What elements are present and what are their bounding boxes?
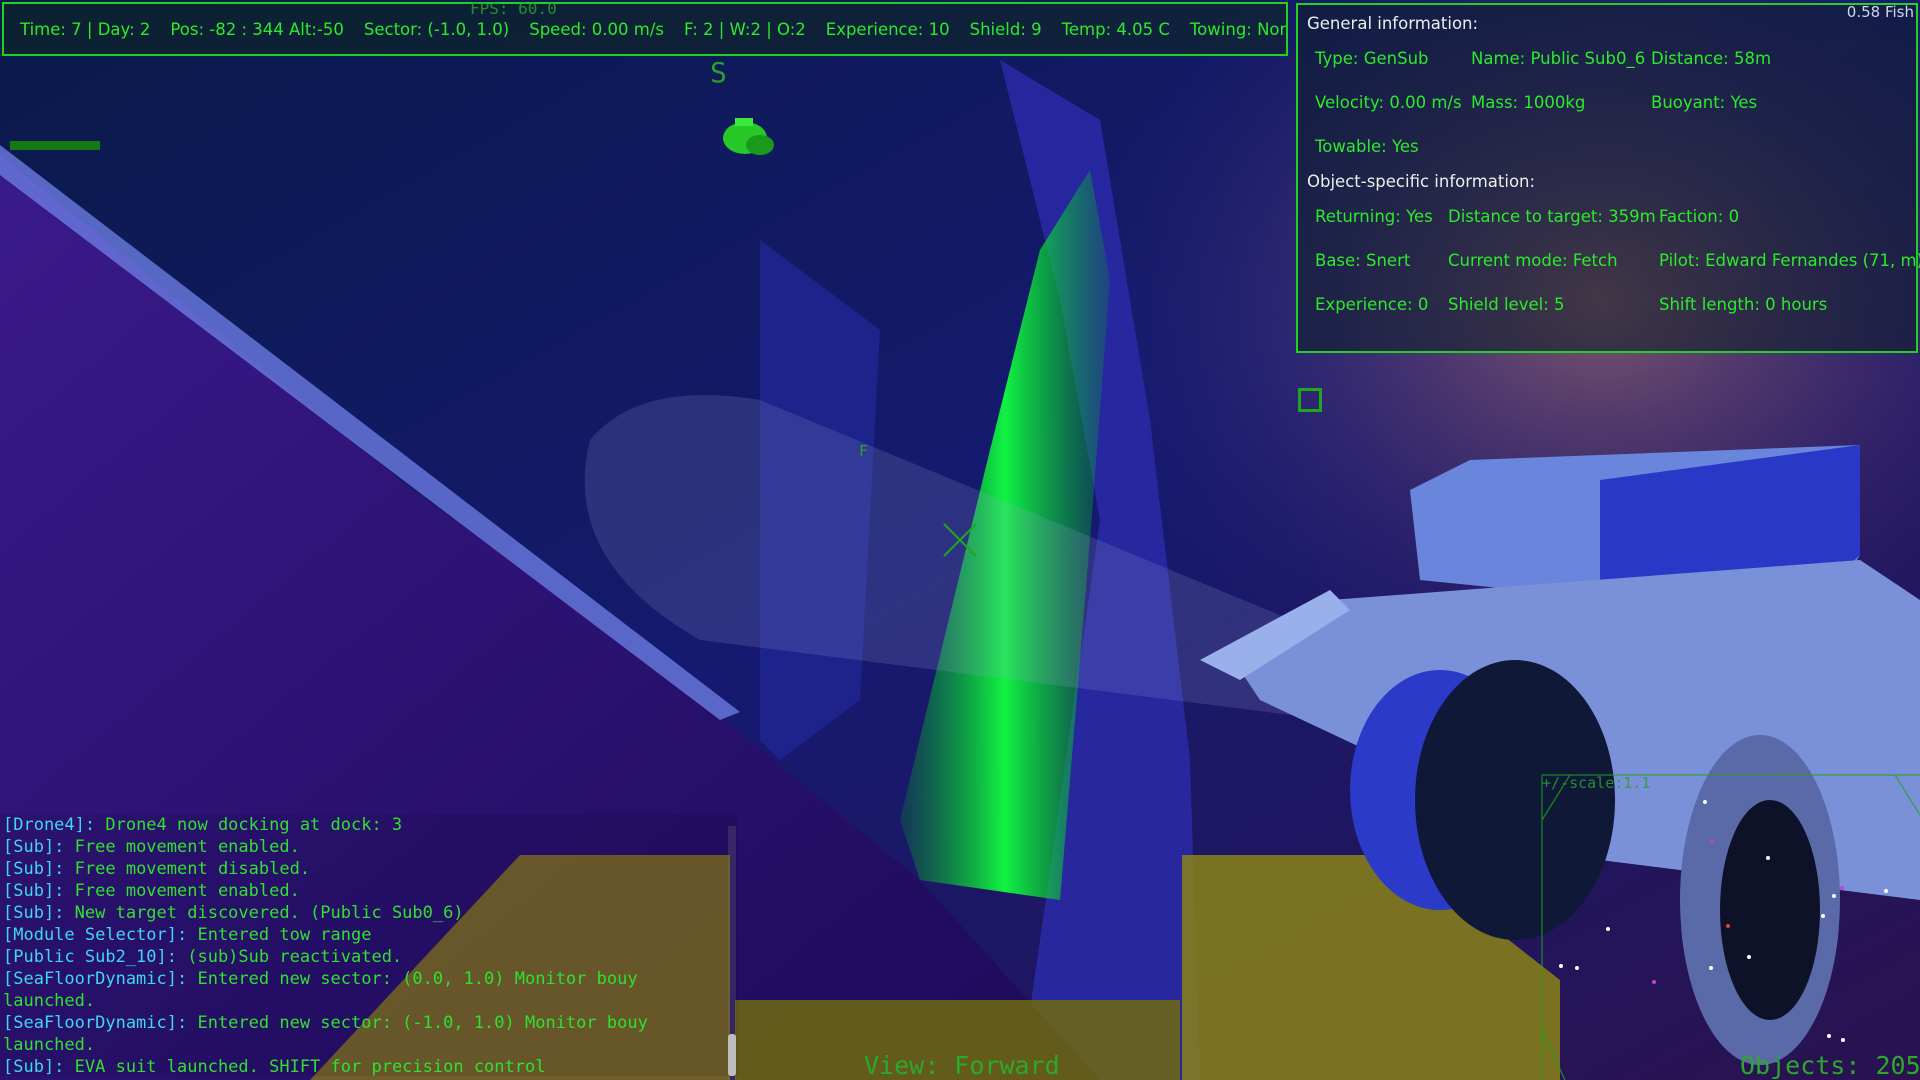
log-line: [Sub]: Free movement enabled. <box>0 880 731 902</box>
info-pilot: Pilot: Edward Fernandes (71, m) <box>1659 251 1920 270</box>
general-info-heading: General information: <box>1307 14 1479 33</box>
status-bar: Time: 7 | Day: 2 Pos: -82 : 344 Alt:-50 … <box>2 2 1288 56</box>
log-line: [Sub]: EVA suit launched. SHIFT for prec… <box>0 1056 731 1076</box>
shield-stat: Shield: 9 <box>969 19 1042 39</box>
info-shift-length: Shift length: 0 hours <box>1659 295 1828 314</box>
info-buoyant: Buoyant: Yes <box>1651 93 1758 112</box>
info-distance-target: Distance to target: 359m <box>1448 207 1656 226</box>
log-message: Free movement enabled. <box>64 881 300 901</box>
log-source: [Module Selector]: <box>3 925 188 945</box>
info-returning: Returning: Yes <box>1315 207 1433 226</box>
log-line: [Sub]: Free movement disabled. <box>0 858 731 880</box>
info-distance: Distance: 58m <box>1651 49 1772 68</box>
radar-scale-label: +/-scale:1.1 <box>1542 774 1651 792</box>
target-marker-f: F <box>859 442 869 460</box>
info-velocity: Velocity: 0.00 m/s <box>1315 93 1462 112</box>
log-source: [SeaFloorDynamic]: <box>3 969 188 989</box>
objects-counter: Objects: 205 <box>1740 1051 1920 1080</box>
target-marker-s: S <box>710 56 727 89</box>
sector-stat: Sector: (-1.0, 1.0) <box>363 19 510 39</box>
log-message: Drone4 now docking at dock: 3 <box>95 815 403 835</box>
fps-counter: FPS: 60.0 <box>470 0 557 18</box>
log-line: [Public Sub2_10]: (sub)Sub reactivated. <box>0 946 731 968</box>
log-scrollbar-thumb[interactable] <box>728 1034 736 1076</box>
log-source: [Drone4]: <box>3 815 96 835</box>
log-line: [Module Selector]: Entered tow range <box>0 924 731 946</box>
speed-stat: Speed: 0.00 m/s <box>529 19 664 39</box>
log-message: (sub)Sub reactivated. <box>177 947 403 967</box>
log-message: Free movement enabled. <box>64 837 300 857</box>
temperature-stat: Temp: 4.05 C <box>1061 19 1170 39</box>
fish-counter: 0.58 Fish <box>1846 3 1914 21</box>
log-source: [SeaFloorDynamic]: <box>3 1013 188 1033</box>
log-source: [Sub]: <box>3 881 65 901</box>
log-message: Entered tow range <box>187 925 372 945</box>
log-line: [SeaFloorDynamic]: Entered new sector: (… <box>0 968 731 1012</box>
experience-stat: Experience: 10 <box>825 19 950 39</box>
info-towable: Towable: Yes <box>1315 137 1419 156</box>
info-experience: Experience: 0 <box>1315 295 1429 314</box>
towing-stat: Towing: None <box>1189 19 1286 39</box>
target-lock-box <box>1298 388 1322 412</box>
view-label: View: Forward <box>864 1051 1060 1080</box>
log-message: EVA suit launched. SHIFT for precision c… <box>64 1057 546 1076</box>
log-line: [Sub]: New target discovered. (Public Su… <box>0 902 731 924</box>
object-info-heading: Object-specific information: <box>1307 172 1536 191</box>
log-source: [Sub]: <box>3 859 65 879</box>
log-line: [SeaFloorDynamic]: Entered new sector: (… <box>0 1012 731 1056</box>
info-faction: Faction: 0 <box>1659 207 1740 226</box>
log-message: New target discovered. (Public Sub0_6) <box>64 903 464 923</box>
info-shield-level: Shield level: 5 <box>1448 295 1565 314</box>
fwo-stat: F: 2 | W:2 | O:2 <box>683 19 806 39</box>
position-stat: Pos: -82 : 344 Alt:-50 <box>170 19 344 39</box>
log-source: [Sub]: <box>3 1057 65 1076</box>
time-stat: Time: 7 | Day: 2 <box>20 19 151 39</box>
log-source: [Sub]: <box>3 837 65 857</box>
log-line: [Drone4]: Drone4 now docking at dock: 3 <box>0 814 731 836</box>
health-bar <box>10 141 100 150</box>
info-type: Type: GenSub <box>1315 49 1429 68</box>
log-source: [Public Sub2_10]: <box>3 947 177 967</box>
target-info-panel: General information: Type: GenSub Name: … <box>1296 3 1920 353</box>
log-line: [Sub]: Free movement enabled. <box>0 836 731 858</box>
log-source: [Sub]: <box>3 903 65 923</box>
message-log[interactable]: [Drone4]: Drone4 now docking at dock: 3[… <box>0 814 738 1076</box>
info-name: Name: Public Sub0_6 <box>1471 49 1646 68</box>
info-mass: Mass: 1000kg <box>1471 93 1586 112</box>
info-mode: Current mode: Fetch <box>1448 251 1618 270</box>
log-message: Free movement disabled. <box>64 859 311 879</box>
info-base: Base: Snert <box>1315 251 1411 270</box>
